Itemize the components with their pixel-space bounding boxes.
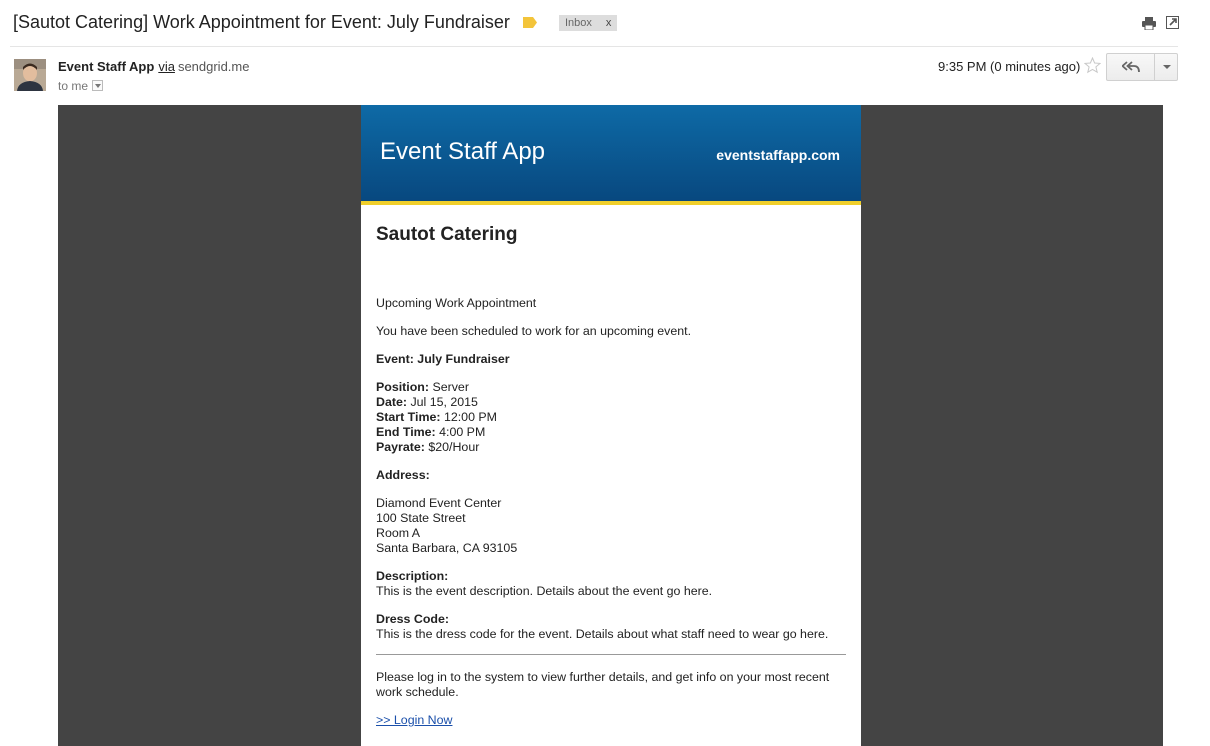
detail-row: Position: Server bbox=[376, 380, 846, 395]
remove-label-button[interactable]: x bbox=[606, 17, 612, 29]
avatar-photo bbox=[14, 59, 46, 91]
description-text: This is the event description. Details a… bbox=[376, 584, 713, 598]
address-line: Santa Barbara, CA 93105 bbox=[376, 541, 518, 555]
email-card-body: Sautot Catering Upcoming Work Appointmen… bbox=[376, 224, 846, 741]
intro-text: You have been scheduled to work for an u… bbox=[376, 324, 692, 338]
email-canvas: Event Staff App eventstaffapp.com Sautot… bbox=[58, 105, 1163, 746]
detail-label: Date: bbox=[376, 395, 407, 409]
company-name: Sautot Catering bbox=[376, 224, 518, 245]
popout-icon[interactable] bbox=[1166, 16, 1179, 29]
intro-heading: Upcoming Work Appointment bbox=[376, 296, 537, 310]
address-block: Diamond Event Center 100 State Street Ro… bbox=[376, 496, 846, 556]
detail-value: Server bbox=[432, 380, 469, 394]
reply-all-icon bbox=[1122, 61, 1140, 73]
detail-label: Position: bbox=[376, 380, 429, 394]
app-title: Event Staff App bbox=[380, 138, 546, 165]
sender-name[interactable]: Event Staff App bbox=[58, 59, 154, 74]
via-link[interactable]: via bbox=[158, 59, 175, 74]
detail-value: $20/Hour bbox=[428, 440, 480, 454]
email-subject: [Sautot Catering] Work Appointment for E… bbox=[13, 12, 510, 32]
sender-line: Event Staff App via sendgrid.me bbox=[58, 59, 249, 74]
appointment-details: Position: Server Date: Jul 15, 2015 Star… bbox=[376, 380, 846, 455]
detail-label: Start Time: bbox=[376, 410, 441, 424]
dress-code-block: Dress Code: This is the dress code for t… bbox=[376, 612, 846, 642]
star-icon[interactable] bbox=[1084, 57, 1101, 74]
detail-value: 4:00 PM bbox=[439, 425, 486, 439]
recipient-details-dropdown[interactable] bbox=[92, 80, 104, 92]
address-line: Diamond Event Center bbox=[376, 496, 502, 510]
description-label: Description: bbox=[376, 569, 449, 583]
footer-text: Please log in to the system to view furt… bbox=[376, 670, 830, 699]
email-header-banner: Event Staff App eventstaffapp.com bbox=[361, 105, 861, 205]
more-options-button[interactable] bbox=[1155, 54, 1178, 80]
address-label: Address: bbox=[376, 468, 430, 482]
app-website-link[interactable]: eventstaffapp.com bbox=[716, 147, 840, 163]
sender-domain: sendgrid.me bbox=[177, 59, 250, 74]
divider bbox=[376, 654, 846, 655]
event-line: Event: July Fundraiser bbox=[376, 352, 510, 366]
subject-divider bbox=[10, 46, 1178, 47]
address-line: 100 State Street bbox=[376, 511, 466, 525]
recipient-line: to me bbox=[58, 79, 104, 93]
reply-button-group bbox=[1106, 53, 1178, 81]
dress-code-label: Dress Code: bbox=[376, 612, 449, 626]
label-tag-icon[interactable] bbox=[523, 17, 537, 28]
detail-row: Payrate: $20/Hour bbox=[376, 440, 846, 455]
detail-row: Start Time: 12:00 PM bbox=[376, 410, 846, 425]
detail-label: End Time: bbox=[376, 425, 436, 439]
detail-label: Payrate: bbox=[376, 440, 425, 454]
email-card: Event Staff App eventstaffapp.com Sautot… bbox=[361, 105, 861, 746]
detail-value: 12:00 PM bbox=[443, 410, 497, 424]
address-line: Room A bbox=[376, 526, 421, 540]
inbox-label-text: Inbox bbox=[565, 17, 592, 29]
avatar[interactable] bbox=[14, 59, 46, 91]
subject-bar: [Sautot Catering] Work Appointment for E… bbox=[0, 0, 1210, 46]
inbox-label-chip[interactable]: Inbox x bbox=[559, 15, 618, 31]
description-block: Description: This is the event descripti… bbox=[376, 569, 846, 599]
reply-all-button[interactable] bbox=[1107, 54, 1155, 80]
detail-value: Jul 15, 2015 bbox=[410, 395, 478, 409]
print-icon[interactable] bbox=[1142, 17, 1156, 30]
dress-code-text: This is the dress code for the event. De… bbox=[376, 627, 829, 641]
message-timestamp: 9:35 PM (0 minutes ago) bbox=[938, 59, 1081, 74]
login-link[interactable]: >> Login Now bbox=[376, 713, 452, 727]
detail-row: Date: Jul 15, 2015 bbox=[376, 395, 846, 410]
detail-row: End Time: 4:00 PM bbox=[376, 425, 846, 440]
recipient-text: to me bbox=[58, 79, 89, 93]
